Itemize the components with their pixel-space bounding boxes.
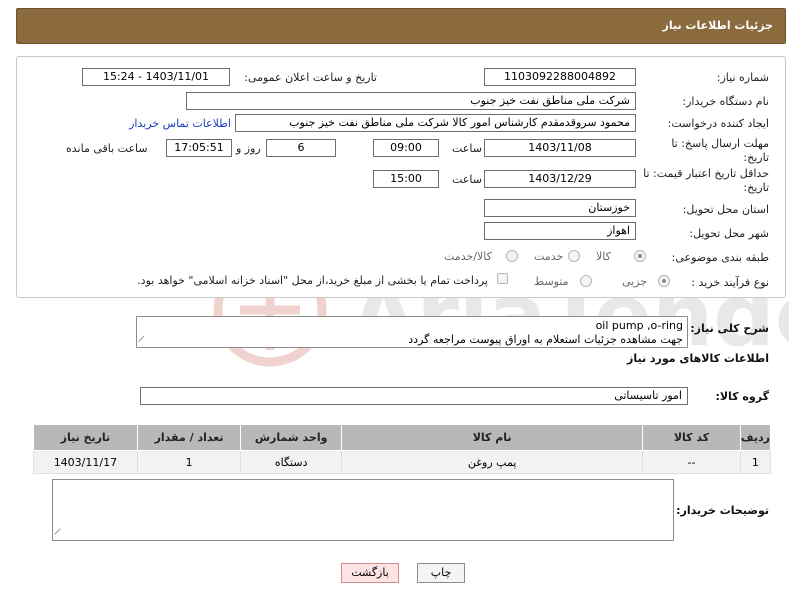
general-description-label: شرح کلی نیاز: xyxy=(690,322,769,335)
category-radio-service[interactable] xyxy=(568,250,580,262)
goods-section-title: اطلاعات کالاهای مورد نیاز xyxy=(627,352,769,365)
print-button[interactable]: چاپ xyxy=(417,563,465,583)
col-name: نام کالا xyxy=(340,424,644,451)
price-validity-label-2: تاریخ: xyxy=(743,181,769,194)
goods-table-header: ردیف کد کالا نام کالا واحد شمارش تعداد /… xyxy=(33,424,772,451)
col-need-date: تاریخ نیاز xyxy=(33,424,138,451)
requester-label: ایجاد کننده درخواست: xyxy=(667,117,769,130)
cell-need-date: 1403/11/17 xyxy=(33,450,138,474)
price-validity-label: حداقل تاریخ اعتبار قیمت: تا xyxy=(643,167,769,180)
category-option-service: خدمت xyxy=(534,250,564,263)
province-label: استان محل تحویل: xyxy=(682,203,769,216)
cell-name: پمپ روغن xyxy=(340,450,644,474)
reply-time-label: ساعت xyxy=(452,142,482,155)
goods-group-label: گروه کالا: xyxy=(715,390,769,403)
city-label: شهر محل تحویل: xyxy=(689,227,769,240)
table-row: 1 -- پمپ روغن دستگاه 1 1403/11/17 xyxy=(33,450,772,474)
remaining-time-field: 17:05:51 xyxy=(166,139,232,157)
cell-code: -- xyxy=(642,450,741,474)
col-row: ردیف xyxy=(739,424,772,451)
process-option-minor: جزیی xyxy=(622,275,648,288)
cell-row: 1 xyxy=(739,450,772,474)
city-field: اهواز xyxy=(484,222,636,240)
category-radio-goods-service[interactable] xyxy=(506,250,518,262)
cell-quantity: 1 xyxy=(136,450,242,474)
need-number-label: شماره نیاز: xyxy=(716,71,769,84)
reply-days-label: روز و xyxy=(236,142,261,155)
general-description-box: oil pump ,o-ring جهت مشاهده جزئیات استعل… xyxy=(136,316,688,348)
reply-deadline-label-2: تاریخ: xyxy=(743,151,769,164)
back-button[interactable]: بازگشت xyxy=(341,563,399,583)
category-option-goods-service: کالا/خدمت xyxy=(444,250,492,263)
cell-unit: دستگاه xyxy=(240,450,342,474)
reply-days-field: 6 xyxy=(266,139,336,157)
remaining-time-label: ساعت باقی مانده xyxy=(66,142,148,155)
price-validity-time-label: ساعت xyxy=(452,173,482,186)
page-title: جزئیات اطلاعات نیاز xyxy=(662,19,774,32)
purchase-process-label: نوع فرآیند خرید : xyxy=(691,276,769,289)
process-radio-minor[interactable] xyxy=(658,275,670,287)
requester-field: محمود سروقدمقدم کارشناس امور کالا شرکت م… xyxy=(235,114,636,132)
announce-datetime-label: تاریخ و ساعت اعلان عمومی: xyxy=(244,71,377,84)
general-description-line2: جهت مشاهده جزئیات استعلام به اوراق پیوست… xyxy=(408,333,683,346)
price-validity-time-field: 15:00 xyxy=(373,170,439,188)
page-header: جزئیات اطلاعات نیاز xyxy=(16,8,786,44)
col-quantity: تعداد / مقدار xyxy=(136,424,242,451)
goods-group-field: امور تاسیساتی xyxy=(140,387,688,405)
province-field: خوزستان xyxy=(484,199,636,217)
buyer-notes-label: توضیحات خریدار: xyxy=(676,504,769,517)
price-validity-date-field: 1403/12/29 xyxy=(484,170,636,188)
resize-handle-icon[interactable] xyxy=(138,335,150,347)
buyer-org-label: نام دستگاه خریدار: xyxy=(682,95,769,108)
buyer-org-field: شرکت ملی مناطق نفت خیز جنوب xyxy=(186,92,636,110)
process-radio-medium[interactable] xyxy=(580,275,592,287)
treasury-payment-note: پرداخت تمام یا بخشی از مبلغ خرید،از محل … xyxy=(137,274,488,287)
need-number-field: 1103092288004892 xyxy=(484,68,636,86)
general-description-line1: oil pump ,o-ring xyxy=(595,319,683,332)
reply-time-field: 09:00 xyxy=(373,139,439,157)
goods-table: ردیف کد کالا نام کالا واحد شمارش تعداد /… xyxy=(33,424,772,474)
reply-deadline-label: مهلت ارسال پاسخ: تا xyxy=(671,137,769,150)
treasury-payment-checkbox[interactable] xyxy=(497,273,508,284)
reply-date-field: 1403/11/08 xyxy=(484,139,636,157)
col-code: کد کالا xyxy=(642,424,741,451)
category-label: طبقه بندی موضوعی: xyxy=(671,251,769,264)
process-option-medium: متوسط xyxy=(534,275,569,288)
announce-datetime-field: 1403/11/01 - 15:24 xyxy=(82,68,230,86)
category-radio-goods[interactable] xyxy=(634,250,646,262)
category-option-goods: کالا xyxy=(596,250,611,263)
col-unit: واحد شمارش xyxy=(240,424,342,451)
buyer-contact-link[interactable]: اطلاعات تماس خریدار xyxy=(129,117,231,130)
resize-handle-icon[interactable] xyxy=(54,528,66,540)
buyer-notes-box xyxy=(52,479,674,541)
